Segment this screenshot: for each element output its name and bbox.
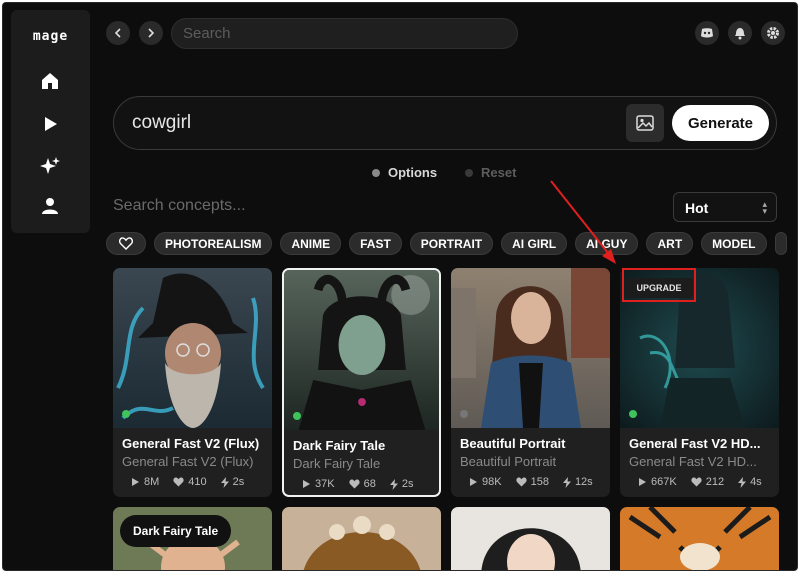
home-icon[interactable] <box>38 69 62 93</box>
concept-search-input[interactable]: Search concepts... <box>113 197 246 215</box>
prompt-box: cowgirl Generate <box>113 96 777 150</box>
card-stats: 667K 212 4s <box>638 476 762 488</box>
options-toggle[interactable]: Options <box>372 165 437 180</box>
reset-button[interactable]: Reset <box>465 165 516 180</box>
time-value: 4s <box>750 476 762 488</box>
gear-icon[interactable] <box>761 21 785 45</box>
back-button[interactable] <box>106 21 130 45</box>
heart-icon <box>691 477 702 487</box>
likes-count: 212 <box>705 476 725 488</box>
card-title: General Fast V2 (Flux) <box>122 436 260 451</box>
time-value: 2s <box>232 476 245 488</box>
card-subtitle: Dark Fairy Tale <box>293 456 381 471</box>
play-icon[interactable] <box>38 112 62 136</box>
card-image-anime-girl[interactable] <box>451 507 610 571</box>
model-card[interactable]: General Fast V2 (Flux) General Fast V2 (… <box>113 268 272 497</box>
user-icon[interactable] <box>38 194 62 218</box>
card-title: Beautiful Portrait <box>460 436 566 451</box>
heart-icon <box>173 477 184 487</box>
time-value: 12s <box>574 476 593 488</box>
chip-art[interactable]: ART <box>646 232 694 255</box>
discord-icon[interactable] <box>695 21 719 45</box>
bell-icon[interactable] <box>728 21 752 45</box>
image-upload-button[interactable] <box>626 104 664 142</box>
heart-icon <box>119 237 133 250</box>
plays-count: 8M <box>144 476 160 488</box>
chip-ai-guy[interactable]: AI GUY <box>575 232 639 255</box>
sort-value: Hot <box>685 200 709 216</box>
heart-icon <box>515 477 527 487</box>
model-card-selected[interactable]: Dark Fairy Tale Dark Fairy Tale 37K 68 2… <box>282 268 441 497</box>
heart-icon <box>348 479 360 489</box>
chip-model[interactable]: MODEL <box>701 232 767 255</box>
image-icon <box>636 115 654 131</box>
chip-anime[interactable]: ANIME <box>280 232 342 255</box>
annotation-highlight-box <box>622 268 696 302</box>
concept-chips: PHOTOREALISM ANIME FAST PORTRAIT AI GIRL… <box>106 232 787 255</box>
card-stats: 98K 158 12s <box>469 476 593 488</box>
bolt-icon <box>562 476 571 488</box>
prompt-input[interactable]: cowgirl <box>132 112 191 134</box>
chip-ai-girl[interactable]: AI GIRL <box>501 232 568 255</box>
card-image-portrait <box>451 268 610 428</box>
app-logo[interactable]: mage <box>11 29 90 44</box>
card-subtitle: General Fast V2 (Flux) <box>122 454 254 469</box>
card-subtitle: Beautiful Portrait <box>460 454 557 469</box>
card-image-dark-fairy <box>284 270 439 430</box>
card-subtitle: General Fast V2 HD... <box>629 454 757 469</box>
chip-portrait[interactable]: PORTRAIT <box>409 232 494 255</box>
plays-count: 37K <box>315 478 335 490</box>
generate-button[interactable]: Generate <box>672 105 769 141</box>
card-image-golden-headdress[interactable] <box>282 507 441 571</box>
chip-more[interactable] <box>774 232 787 255</box>
status-indicator <box>122 410 130 418</box>
options-label: Options <box>388 165 438 180</box>
forward-button[interactable] <box>139 21 163 45</box>
sparkles-icon[interactable] <box>38 154 62 178</box>
model-card[interactable]: General Fast V2 HD... General Fast V2 HD… <box>620 268 779 497</box>
options-dot <box>372 168 380 177</box>
app-window: mage cowgirl Generate <box>2 2 798 571</box>
card-image-tiger[interactable] <box>620 507 779 571</box>
play-icon <box>470 478 477 486</box>
chevron-updown-icon: ▴ ▾ <box>762 199 767 216</box>
likes-count: 68 <box>363 478 376 490</box>
time-value: 2s <box>401 478 414 490</box>
favorites-chip[interactable] <box>106 232 146 255</box>
hover-tooltip: Dark Fairy Tale <box>120 515 232 547</box>
status-indicator <box>460 410 468 418</box>
card-image-wizard <box>113 268 272 428</box>
status-indicator <box>293 412 301 420</box>
top-search-input[interactable] <box>171 18 518 49</box>
bolt-icon <box>738 476 747 488</box>
card-title: Dark Fairy Tale <box>293 438 386 453</box>
plays-count: 667K <box>651 476 677 488</box>
card-title: General Fast V2 HD... <box>629 436 761 451</box>
play-icon <box>639 478 646 486</box>
card-stats: 37K 68 2s <box>302 478 413 490</box>
play-icon <box>132 478 139 486</box>
play-icon <box>303 480 310 488</box>
plays-count: 98K <box>482 476 502 488</box>
likes-count: 410 <box>188 476 207 488</box>
bolt-icon <box>220 476 229 488</box>
likes-count: 158 <box>530 476 549 488</box>
status-indicator <box>629 410 637 418</box>
chip-photorealism[interactable]: PHOTOREALISM <box>154 232 273 255</box>
reset-label: Reset <box>481 165 517 180</box>
model-card[interactable]: Beautiful Portrait Beautiful Portrait 98… <box>451 268 610 497</box>
sidebar: mage <box>11 10 90 233</box>
card-stats: 8M 410 2s <box>131 476 244 488</box>
bolt-icon <box>389 478 398 490</box>
sort-dropdown[interactable]: Hot ▴ ▾ <box>673 192 777 222</box>
chip-fast[interactable]: FAST <box>349 232 402 255</box>
reset-dot <box>465 168 473 177</box>
